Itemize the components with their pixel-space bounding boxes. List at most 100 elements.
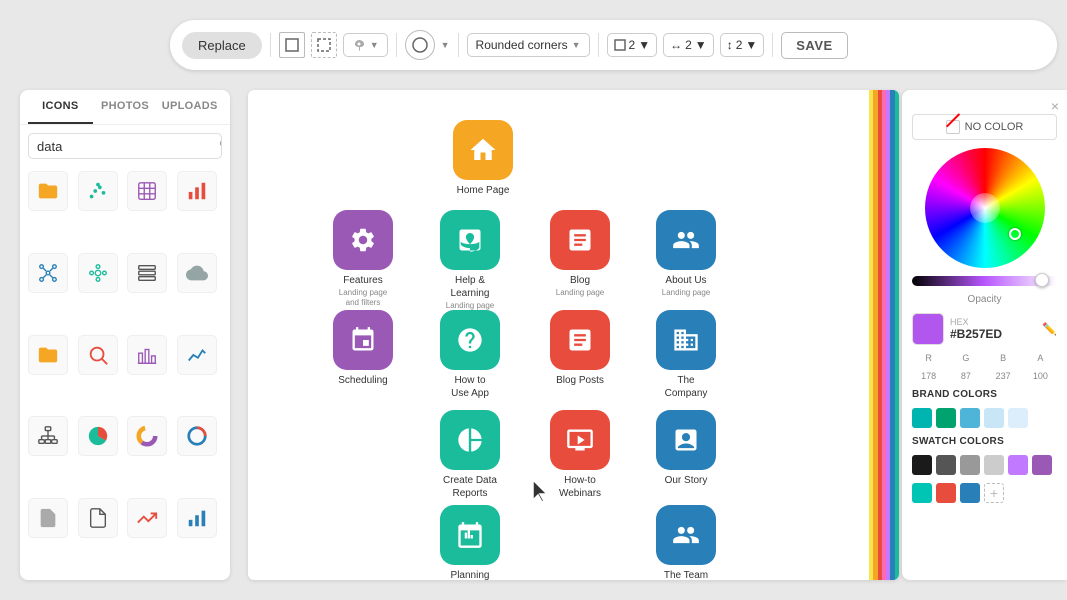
- no-color-label: NO COLOR: [965, 121, 1024, 133]
- label-createdata: Create DataReports: [443, 474, 497, 500]
- icon-blogposts: [550, 310, 610, 370]
- icon-company: [656, 310, 716, 370]
- icon-home: [453, 120, 513, 180]
- label-blog: Blog: [570, 274, 590, 287]
- brightness-thumb[interactable]: [1035, 273, 1049, 287]
- icon-cell-file[interactable]: [78, 498, 118, 538]
- icon-cell-folder2[interactable]: [28, 335, 68, 375]
- node-ourstory[interactable]: Our Story: [646, 410, 726, 487]
- rgba-r-val: 178: [912, 371, 945, 381]
- corners-caret: ▼: [572, 40, 581, 50]
- icon-cell-trend[interactable]: [127, 498, 167, 538]
- circle-shape-toggle[interactable]: [405, 30, 435, 60]
- icon-cell-pie[interactable]: [78, 416, 118, 456]
- h-spacing-dropdown[interactable]: ↔ 2 ▼: [663, 33, 714, 57]
- icon-cell-doc[interactable]: [28, 498, 68, 538]
- corners-label: Rounded corners: [476, 38, 568, 52]
- dashed-shape-button[interactable]: [311, 32, 337, 58]
- search-icon[interactable]: 🔍: [219, 138, 222, 154]
- swatch-color-2[interactable]: [936, 455, 956, 475]
- save-button[interactable]: SAVE: [781, 32, 847, 59]
- border-width-dropdown[interactable]: 2 ▼: [607, 33, 658, 57]
- brand-color-5[interactable]: [1008, 408, 1028, 428]
- icon-cell-donut[interactable]: [127, 416, 167, 456]
- swatch-color-7[interactable]: [912, 483, 932, 503]
- swatch-color-4[interactable]: [984, 455, 1004, 475]
- swatch-color-3[interactable]: [960, 455, 980, 475]
- hex-value: #B257ED: [950, 327, 1036, 341]
- icon-cell-scatter[interactable]: [78, 171, 118, 211]
- swatch-color-5[interactable]: [1008, 455, 1028, 475]
- node-company[interactable]: TheCompany: [646, 310, 726, 400]
- corners-dropdown[interactable]: Rounded corners ▼: [467, 33, 590, 57]
- node-howtowebinars[interactable]: How-toWebinars: [540, 410, 620, 500]
- rectangle-shape-button[interactable]: [279, 32, 305, 58]
- brand-color-2[interactable]: [936, 408, 956, 428]
- icon-cell-barchart[interactable]: [127, 335, 167, 375]
- node-planning[interactable]: PlanningTemplates: [430, 505, 510, 580]
- node-about[interactable]: About Us Landing page: [646, 210, 726, 298]
- icon-cell-cloud[interactable]: [177, 253, 217, 293]
- icon-cell-table[interactable]: [127, 171, 167, 211]
- icon-cell-search[interactable]: [78, 335, 118, 375]
- swatch-color-1[interactable]: [912, 455, 932, 475]
- paint-dropdown[interactable]: ▼: [343, 33, 388, 57]
- color-wheel[interactable]: [925, 148, 1045, 268]
- brand-color-3[interactable]: [960, 408, 980, 428]
- node-createdata[interactable]: Create DataReports: [430, 410, 510, 500]
- color-bar-7: [895, 90, 899, 580]
- node-blog[interactable]: Blog Landing page: [540, 210, 620, 298]
- color-edit-icon[interactable]: ✏️: [1042, 322, 1057, 336]
- icon-cell-linechart[interactable]: [177, 335, 217, 375]
- rgba-labels-row: R G B A: [912, 353, 1057, 363]
- icon-howto: [440, 310, 500, 370]
- icon-grid: [20, 167, 230, 580]
- icon-cell-network[interactable]: [28, 253, 68, 293]
- no-color-button[interactable]: NO COLOR: [912, 114, 1057, 140]
- node-home[interactable]: Home Page: [443, 120, 523, 197]
- icon-theteam: [656, 505, 716, 565]
- close-button[interactable]: ×: [1051, 98, 1059, 114]
- swatch-color-8[interactable]: [936, 483, 956, 503]
- left-tabs: ICONS PHOTOS UPLOADS: [20, 90, 230, 125]
- replace-button[interactable]: Replace: [182, 32, 262, 59]
- swatch-color-9[interactable]: [960, 483, 980, 503]
- swatch-colors-row-1: [912, 455, 1057, 475]
- label-blogposts: Blog Posts: [556, 374, 604, 387]
- v-val: 2: [736, 38, 743, 52]
- rgba-r-label: R: [912, 353, 945, 363]
- node-help[interactable]: Help &Learning Landing pageand filters: [430, 210, 510, 320]
- label-about: About Us: [665, 274, 706, 287]
- v-spacing-dropdown[interactable]: ↕ 2 ▼: [720, 33, 765, 57]
- brightness-bar-container[interactable]: [912, 276, 1057, 286]
- node-theteam[interactable]: The Team: [646, 505, 726, 580]
- icon-cell-dots[interactable]: [78, 253, 118, 293]
- label-help: Help &Learning: [451, 274, 490, 300]
- icon-cell-vbar[interactable]: [177, 498, 217, 538]
- color-swatch-preview[interactable]: [912, 313, 944, 345]
- icon-cell-folder[interactable]: [28, 171, 68, 211]
- border-icon: [614, 39, 626, 51]
- node-howto[interactable]: How toUse App: [430, 310, 510, 400]
- search-input[interactable]: [37, 139, 213, 154]
- brand-color-4[interactable]: [984, 408, 1004, 428]
- node-features[interactable]: Features Landing pageand filters: [323, 210, 403, 307]
- tab-uploads[interactable]: UPLOADS: [157, 90, 222, 124]
- icon-cell-server[interactable]: [127, 253, 167, 293]
- tab-photos[interactable]: PHOTOS: [93, 90, 158, 124]
- icon-cell-radial[interactable]: [177, 416, 217, 456]
- brand-color-1[interactable]: [912, 408, 932, 428]
- node-blogposts[interactable]: Blog Posts: [540, 310, 620, 387]
- swatch-add-button[interactable]: +: [984, 483, 1004, 503]
- label-theteam: The Team: [664, 569, 708, 580]
- node-scheduling[interactable]: Scheduling: [323, 310, 403, 387]
- label-howto: How toUse App: [451, 374, 489, 400]
- icon-cell-org[interactable]: [28, 416, 68, 456]
- tab-icons[interactable]: ICONS: [28, 90, 93, 124]
- circle-caret[interactable]: ▼: [441, 40, 450, 50]
- icon-cell-chart[interactable]: [177, 171, 217, 211]
- color-wheel-container[interactable]: [925, 148, 1045, 268]
- swatch-color-6[interactable]: [1032, 455, 1052, 475]
- h-val: 2: [685, 38, 692, 52]
- h-arrow: ↔: [670, 38, 682, 52]
